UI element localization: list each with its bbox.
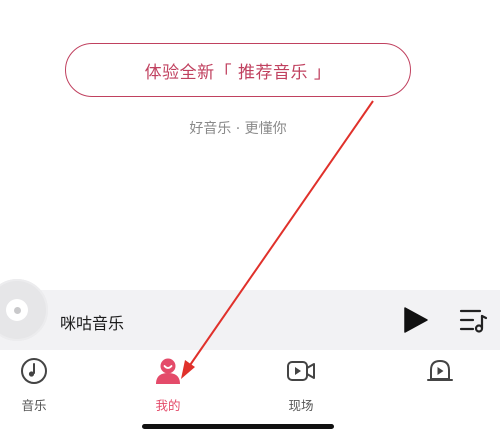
tab-music[interactable]: 音乐: [0, 356, 79, 416]
live-video-icon: [287, 361, 315, 381]
playlist-icon[interactable]: [458, 306, 488, 334]
ringtone-bell-icon: [427, 360, 453, 381]
tab-mine[interactable]: 我的: [123, 356, 213, 416]
tagline: 好音乐 · 更懂你: [189, 121, 287, 137]
tab-ringtone[interactable]: [395, 356, 485, 416]
home-indicator: [142, 424, 334, 429]
tab-live-label: 现场: [288, 398, 314, 413]
recommend-music-button[interactable]: 体验全新「 推荐音乐 」: [65, 43, 411, 97]
tab-mine-label: 我的: [155, 398, 181, 413]
track-title[interactable]: 咪咕音乐: [60, 310, 124, 334]
music-disc-icon: [21, 358, 47, 384]
tab-live[interactable]: 现场: [256, 356, 346, 416]
play-icon[interactable]: [400, 305, 430, 335]
tab-music-label: 音乐: [21, 398, 47, 413]
recommend-music-button-label: 体验全新「 推荐音乐 」: [144, 62, 332, 83]
profile-icon: [156, 358, 180, 384]
